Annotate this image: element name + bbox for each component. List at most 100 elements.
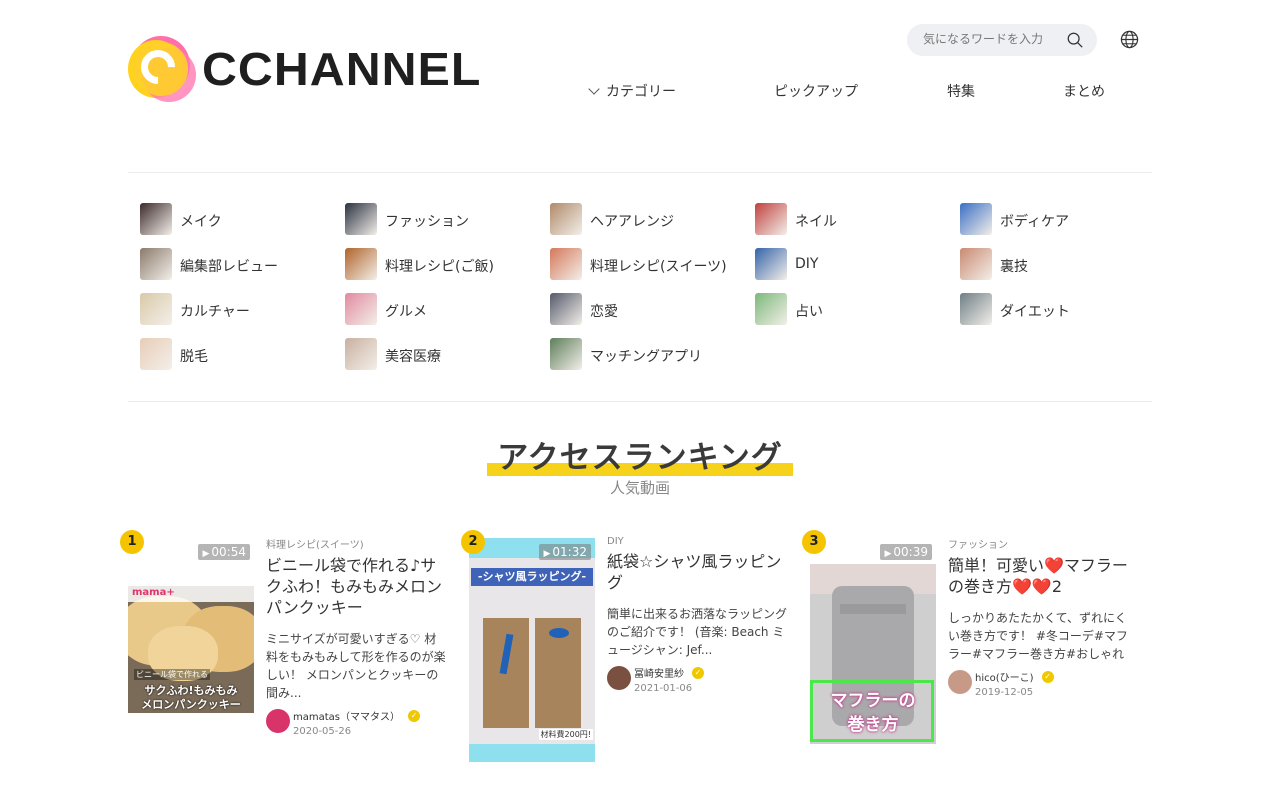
card-author[interactable]: mamatas（ママタス） ✓ 2020-05-26 [266, 708, 446, 737]
category-label: 恋愛 [590, 304, 618, 320]
nav-categories[interactable]: カテゴリー [588, 81, 676, 101]
category-label: 占い [795, 304, 823, 320]
category-item[interactable]: ダイエット [960, 293, 1165, 338]
ranking-card[interactable]: 3 ▶ 00:39 マフラーの 巻き方 ファッション 簡単！可愛い❤️マフラーの巻… [802, 530, 1140, 770]
play-icon: ▶ [202, 549, 210, 559]
category-label: ファッション [385, 214, 469, 230]
avatar[interactable] [266, 709, 290, 733]
ranking-card[interactable]: 1 ▶ 00:54 mama+ ビニール袋で作れる サクふわ!もみもみ メロンパン… [120, 530, 458, 770]
search-input[interactable] [923, 32, 1063, 46]
category-item[interactable]: ボディケア [960, 203, 1165, 248]
globe-icon[interactable] [1120, 30, 1139, 49]
category-label: ボディケア [1000, 214, 1070, 230]
category-item[interactable]: グルメ [345, 293, 550, 338]
category-thumbnail [550, 338, 582, 370]
card-description: ミニサイズが可愛いすぎる♡ 材料をもみもみして形を作るのが楽しい！ メロンパンと… [266, 632, 446, 700]
category-item[interactable]: 編集部レビュー [140, 248, 345, 293]
category-item[interactable]: 料理レシピ(ご飯) [345, 248, 550, 293]
search-icon[interactable] [1066, 31, 1084, 49]
category-label: 裏技 [1000, 259, 1028, 275]
category-thumbnail [345, 203, 377, 235]
card-category[interactable]: ファッション [948, 536, 1128, 551]
category-label: 編集部レビュー [180, 259, 278, 275]
video-thumbnail[interactable]: ▶ 00:54 mama+ ビニール袋で作れる サクふわ!もみもみ メロンパンクッ… [128, 538, 254, 762]
avatar[interactable] [607, 666, 631, 690]
card-title[interactable]: 簡単！可愛い❤️マフラーの巻き方❤️❤️2 [948, 555, 1128, 597]
thumb-caption: 材料費200円! [538, 729, 593, 740]
thumbnail-image: マフラーの 巻き方 [810, 564, 936, 744]
verified-icon: ✓ [408, 709, 420, 722]
category-item[interactable]: カルチャー [140, 293, 345, 338]
category-thumbnail [755, 248, 787, 280]
category-item[interactable]: ファッション [345, 203, 550, 248]
category-thumbnail [550, 293, 582, 325]
category-label: DIY [795, 256, 819, 272]
avatar[interactable] [948, 670, 972, 694]
ranking-card[interactable]: 2 ▶ 01:32 -シャツ風ラッピング- 材料費200円! DIY 紙袋☆シャツ… [461, 530, 799, 770]
divider [128, 172, 1152, 173]
category-thumbnail [960, 248, 992, 280]
card-category[interactable]: 料理レシピ(スイーツ) [266, 536, 446, 551]
card-title[interactable]: 紙袋☆シャツ風ラッピング [607, 551, 787, 593]
card-title[interactable]: ビニール袋で作れる♪サクふわ！もみもみメロンパンクッキー [266, 555, 446, 618]
category-label: メイク [180, 214, 222, 230]
category-label: グルメ [385, 304, 427, 320]
ranking-title: アクセスランキング [497, 440, 783, 476]
category-thumbnail [140, 338, 172, 370]
duration-text: 00:39 [893, 545, 928, 559]
duration-text: 01:32 [552, 545, 587, 559]
category-label: マッチングアプリ [590, 349, 702, 365]
category-label: ネイル [795, 214, 837, 230]
site-logo[interactable]: CCHANNEL [128, 34, 480, 104]
card-author[interactable]: hico(ひーこ) ✓ 2019-12-05 [948, 669, 1128, 698]
category-thumbnail [345, 338, 377, 370]
category-label: 料理レシピ(ご飯) [385, 259, 494, 275]
rank-badge: 2 [461, 530, 485, 554]
author-name[interactable]: mamatas（ママタス） [293, 708, 400, 723]
category-thumbnail [140, 293, 172, 325]
nav-label: まとめ [1063, 84, 1105, 100]
video-thumbnail[interactable]: ▶ 01:32 -シャツ風ラッピング- 材料費200円! [469, 538, 595, 762]
nav-pickup[interactable]: ピックアップ [774, 81, 858, 101]
nav-features[interactable]: 特集 [947, 81, 975, 101]
thumb-caption: ビニール袋で作れる [134, 669, 210, 680]
rank-badge: 3 [802, 530, 826, 554]
thumb-brand: mama+ [132, 587, 175, 598]
card-date: 2021-01-06 [634, 683, 693, 694]
category-item[interactable]: 料理レシピ(スイーツ) [550, 248, 755, 293]
category-grid: メイク ファッション ヘアアレンジ ネイル ボディケア編集部レビュー 料理レシピ(ご飯) 料… [140, 203, 1160, 383]
duration-badge: ▶ 01:32 [539, 544, 591, 560]
card-description: 簡単に出来るお洒落なラッピングのご紹介です！ (音楽: Beach ミュージシャ… [607, 607, 788, 657]
category-item[interactable]: 恋愛 [550, 293, 755, 338]
thumb-caption: メロンパンクッキー [141, 698, 241, 711]
video-thumbnail[interactable]: ▶ 00:39 マフラーの 巻き方 [810, 538, 936, 762]
thumbnail-image: -シャツ風ラッピング- 材料費200円! [469, 558, 595, 744]
card-description: しっかりあたたかくて、ずれにくい巻き方です！ #冬コーデ#マフラー#マフラー巻き… [948, 611, 1128, 661]
category-thumbnail [345, 293, 377, 325]
author-name[interactable]: hico(ひーこ) [975, 669, 1034, 684]
category-item[interactable]: 裏技 [960, 248, 1165, 293]
category-item[interactable]: メイク [140, 203, 345, 248]
category-item[interactable]: DIY [755, 248, 960, 293]
duration-badge: ▶ 00:54 [198, 544, 250, 560]
logo-mark-icon [128, 34, 200, 104]
category-item[interactable]: 占い [755, 293, 960, 338]
category-thumbnail [550, 248, 582, 280]
duration-badge: ▶ 00:39 [880, 544, 932, 560]
verified-icon: ✓ [692, 666, 704, 679]
category-item[interactable]: ヘアアレンジ [550, 203, 755, 248]
card-author[interactable]: 冨崎安里紗 ✓ 2021-01-06 [607, 665, 787, 694]
category-item[interactable]: ネイル [755, 203, 960, 248]
nav-matome[interactable]: まとめ [1063, 81, 1105, 101]
search-box[interactable] [907, 24, 1097, 56]
category-thumbnail [755, 293, 787, 325]
author-name[interactable]: 冨崎安里紗 [634, 665, 684, 680]
thumbnail-image: mama+ ビニール袋で作れる サクふわ!もみもみ メロンパンクッキー [128, 586, 254, 713]
category-item[interactable]: マッチングアプリ [550, 338, 755, 383]
card-category[interactable]: DIY [607, 536, 787, 547]
category-item[interactable]: 脱毛 [140, 338, 345, 383]
category-label: 美容医療 [385, 349, 441, 365]
category-label: カルチャー [180, 304, 250, 320]
category-item[interactable]: 美容医療 [345, 338, 550, 383]
category-thumbnail [550, 203, 582, 235]
